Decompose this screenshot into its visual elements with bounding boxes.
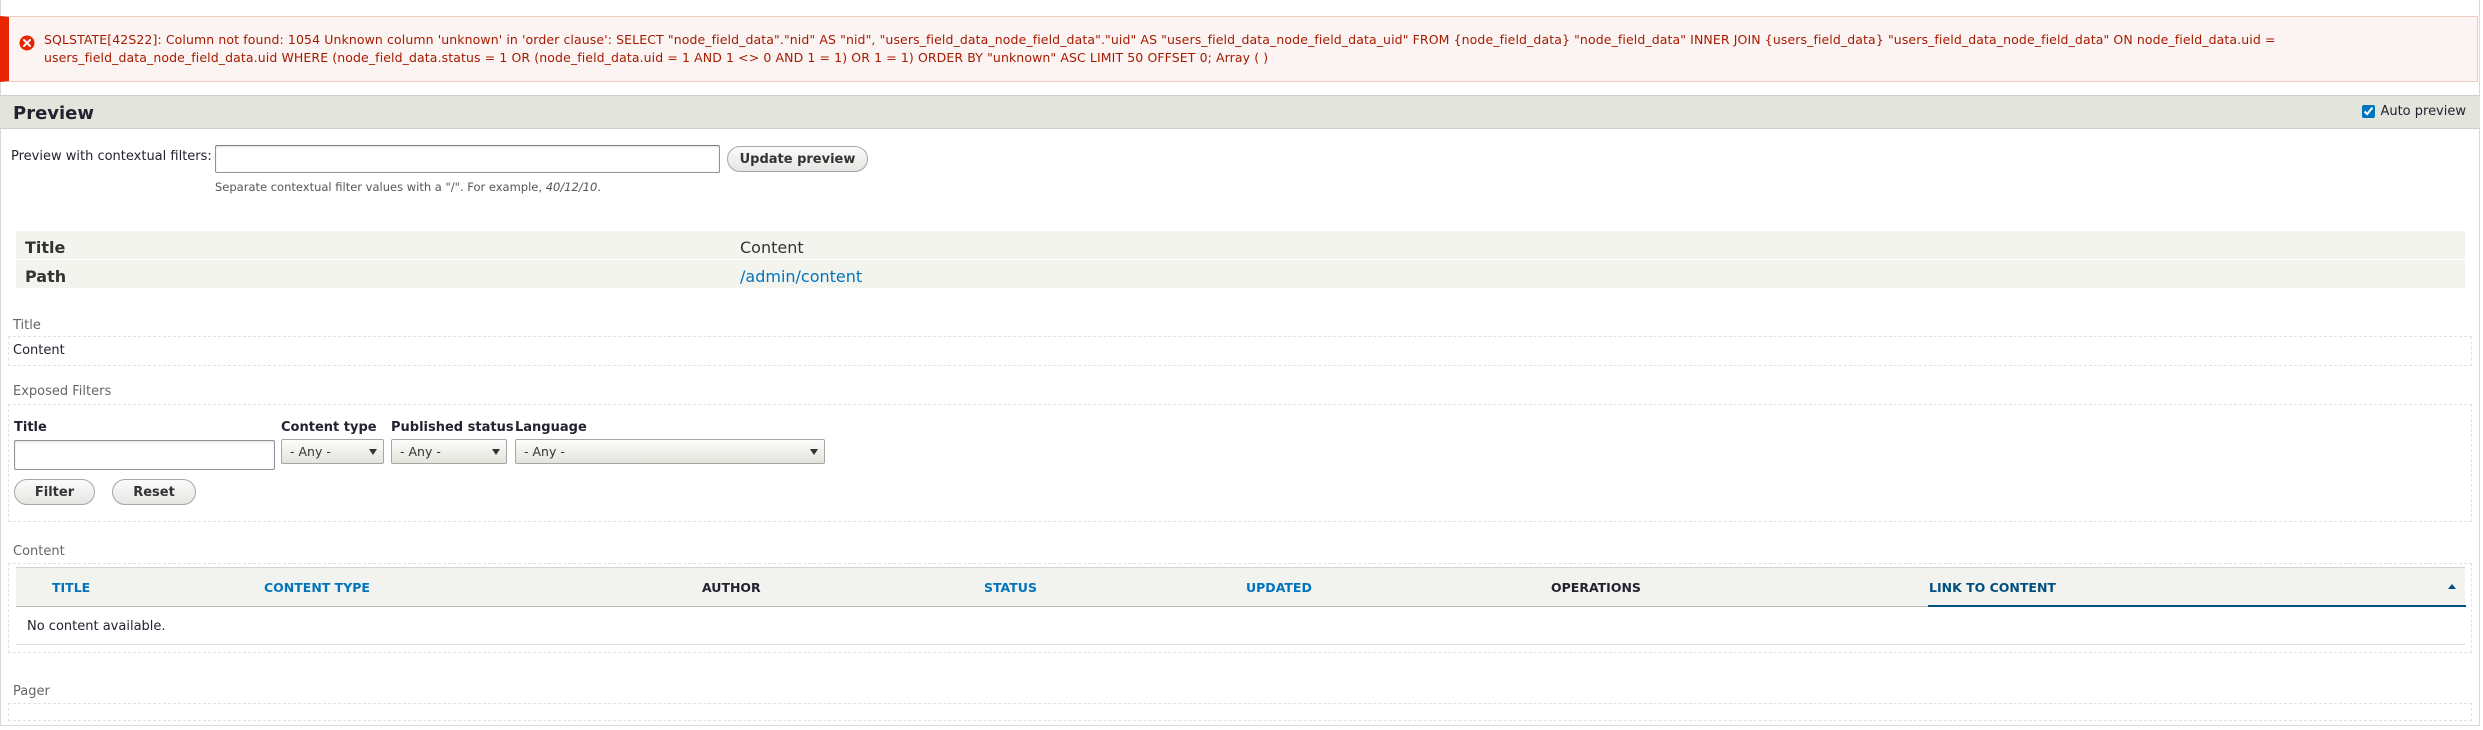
contextual-filters-input[interactable] — [215, 145, 720, 173]
title-section-label: Title — [13, 318, 41, 333]
column-content-type[interactable]: Content type — [264, 580, 370, 595]
preview-header: Preview Auto preview — [0, 95, 2480, 129]
content-section-label: Content — [13, 544, 65, 559]
empty-message: No content available. — [27, 619, 166, 634]
language-select[interactable]: - Any - — [515, 439, 825, 464]
title-section-value: Content — [13, 343, 65, 358]
description-example: 40/12/10 — [545, 180, 598, 194]
error-message: SQLSTATE[42S22]: Column not found: 1054 … — [0, 16, 2478, 82]
pager-label: Pager — [13, 684, 50, 699]
auto-preview-label: Auto preview — [2380, 104, 2466, 119]
info-row-title: Title Content — [16, 231, 2465, 259]
filter-title-input[interactable] — [14, 440, 275, 470]
table-row: No content available. — [16, 607, 2465, 645]
column-operations: Operations — [1551, 580, 1641, 595]
auto-preview-toggle[interactable]: Auto preview — [2362, 104, 2466, 119]
path-link-content[interactable]: content — [801, 267, 862, 286]
filter-title-label: Title — [14, 420, 47, 435]
column-status[interactable]: Status — [984, 580, 1037, 595]
error-circle-icon — [19, 35, 35, 51]
language-value: - Any - — [524, 444, 565, 459]
info-key: Title — [25, 238, 66, 257]
preview-title: Preview — [13, 103, 95, 124]
auto-preview-checkbox[interactable] — [2362, 105, 2376, 118]
published-status-select[interactable]: - Any - — [391, 439, 507, 464]
exposed-filters-label: Exposed Filters — [13, 384, 112, 399]
filter-button[interactable]: Filter — [14, 479, 95, 505]
error-text: SQLSTATE[42S22]: Column not found: 1054 … — [44, 32, 2276, 65]
chevron-down-icon — [492, 449, 500, 455]
chevron-down-icon — [369, 449, 377, 455]
content-type-value: - Any - — [290, 444, 331, 459]
content-type-label: Content type — [281, 420, 377, 435]
column-author: Author — [702, 580, 761, 595]
chevron-down-icon — [810, 449, 818, 455]
column-link-to-content[interactable]: Link to content — [1929, 580, 2056, 595]
info-value: Content — [740, 238, 804, 257]
contextual-filters-description: Separate contextual filter values with a… — [215, 180, 601, 194]
column-updated[interactable]: Updated — [1246, 580, 1312, 595]
description-prefix: Separate contextual filter values with a… — [215, 180, 546, 194]
published-status-label: Published status — [391, 420, 514, 435]
content-table-header: Title Content type Author Status Updated… — [16, 567, 2466, 607]
content-type-select[interactable]: - Any - — [281, 439, 384, 464]
description-suffix: . — [597, 180, 601, 194]
info-path-value: /admin/content — [740, 267, 862, 286]
reset-button[interactable]: Reset — [112, 479, 196, 505]
info-row-path: Path /admin/content — [16, 260, 2465, 288]
info-key: Path — [25, 267, 67, 286]
update-preview-button[interactable]: Update preview — [727, 146, 868, 172]
title-section-box — [8, 336, 2472, 366]
path-link-admin[interactable]: admin — [745, 267, 795, 286]
contextual-filters-label: Preview with contextual filters: — [11, 149, 212, 164]
language-label: Language — [515, 420, 587, 435]
sort-ascending-icon[interactable] — [2448, 584, 2456, 589]
pager-box — [8, 703, 2472, 721]
column-title[interactable]: Title — [52, 580, 90, 595]
published-status-value: - Any - — [400, 444, 441, 459]
